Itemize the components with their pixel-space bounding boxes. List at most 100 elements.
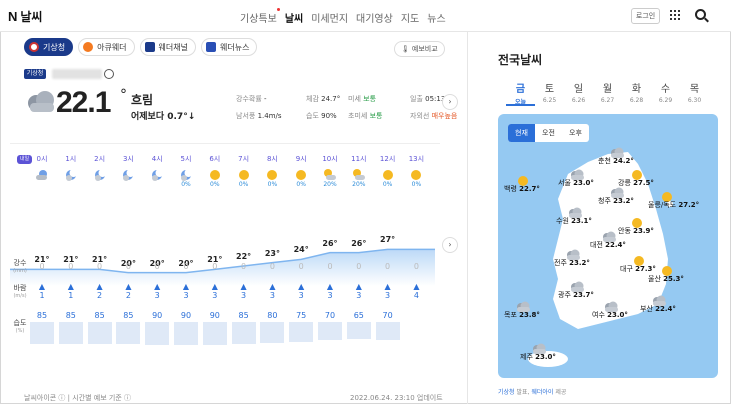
city-weather[interactable]: 전주 23.2° — [554, 258, 590, 268]
city-weather[interactable]: 청주 23.2° — [598, 196, 634, 206]
tab-weatherchannel[interactable]: 웨더채널 — [139, 38, 196, 56]
day-name: 화 — [631, 84, 642, 95]
humidity-bar — [289, 322, 314, 342]
city-temp: 23.9° — [633, 227, 654, 235]
next-arrow-button[interactable]: › — [442, 94, 458, 110]
day-tab[interactable]: 금 오늘 — [506, 80, 535, 106]
naver-logo[interactable]: N 날씨 — [8, 8, 42, 25]
hour-label: 4시 — [151, 155, 163, 163]
hourly-next-button[interactable]: › — [442, 237, 458, 253]
hour-label: 0시 — [36, 155, 48, 163]
humidity-value: 85 — [86, 311, 114, 345]
moon-icon — [143, 167, 171, 181]
day-date: 6.29 — [658, 97, 673, 104]
wind-value: 3 — [298, 291, 304, 300]
wind-speed: ▲ 3 — [230, 283, 258, 301]
hour-column: 4시 20° — [143, 154, 171, 268]
login-button[interactable]: 로그인 — [631, 8, 660, 24]
hour-column: 6시 0% 21° — [201, 154, 229, 264]
humidity-bar — [202, 322, 227, 346]
city-name: 서울 — [558, 179, 571, 187]
wind-speed: ▲ 1 — [28, 283, 56, 301]
precip-prob: 0% — [296, 181, 306, 188]
wind-arrow-icon: ▲ — [298, 282, 305, 291]
city-weather[interactable]: 울릉/독도 27.2° — [648, 200, 699, 210]
city-weather[interactable]: 여수 23.0° — [592, 310, 628, 320]
hour-column: 8시 0% 23° — [258, 154, 286, 258]
city-weather[interactable]: 제주 23.0° — [520, 352, 556, 362]
humidity-number: 85 — [65, 311, 76, 320]
apps-grid-icon[interactable] — [670, 10, 680, 20]
city-weather[interactable]: 서울 23.0° — [558, 178, 594, 188]
hour-column: 5시 0% 20° — [172, 154, 200, 268]
city-weather[interactable]: 수원 23.1° — [556, 216, 592, 226]
day-name: 일 — [573, 84, 584, 95]
city-weather[interactable]: 안동 23.9° — [618, 226, 654, 236]
city-name: 청주 — [598, 197, 611, 205]
precip-prob — [114, 181, 142, 191]
cloud-icon — [568, 166, 586, 180]
day-tab[interactable]: 월 6.27 — [593, 80, 622, 106]
humidity-number: 85 — [123, 311, 134, 320]
nav-warning[interactable]: 기상특보 — [240, 8, 280, 25]
day-name: 수 — [660, 84, 671, 95]
day-tab[interactable]: 수 6.29 — [651, 80, 680, 106]
wind-value: 3 — [356, 291, 362, 300]
stat-ultrafine: 초미세 보통 — [348, 112, 383, 120]
wni-logo-icon — [206, 42, 216, 52]
city-temp: 23.2° — [613, 197, 634, 205]
city-weather[interactable]: 울산 25.3° — [648, 274, 684, 284]
map-tab-afternoon[interactable]: 오후 — [562, 124, 589, 142]
current-condition: 흐림 — [131, 93, 154, 107]
city-weather[interactable]: 춘천 24.2° — [598, 156, 634, 166]
wind-arrow-icon: ▲ — [326, 282, 334, 291]
wind-arrow-icon: ▲ — [154, 282, 161, 291]
city-weather[interactable]: 부산 22.4° — [640, 304, 676, 314]
city-temp: 23.1° — [571, 217, 592, 225]
precip-prob: 0% — [238, 181, 249, 188]
tab-kma[interactable]: 기상청 — [24, 38, 74, 56]
map-tab-morning[interactable]: 오전 — [535, 124, 562, 142]
day-name: 월 — [602, 84, 613, 95]
city-temp: 22.4° — [605, 241, 626, 249]
sun-logo-icon — [83, 42, 94, 52]
nav-dust[interactable]: 미세먼지 — [311, 10, 348, 25]
city-name: 울산 — [648, 275, 661, 283]
city-temp: 23.7° — [573, 291, 594, 299]
city-weather[interactable]: 목포 23.8° — [504, 310, 540, 320]
wind-value: 3 — [241, 291, 247, 300]
city-weather[interactable]: 광주 23.7° — [558, 290, 594, 300]
day-tab[interactable]: 일 6.26 — [564, 80, 593, 106]
search-icon[interactable] — [695, 9, 706, 20]
city-weather[interactable]: 대구 27.3° — [620, 264, 656, 274]
nav-map[interactable]: 지도 — [401, 10, 419, 25]
nav-satellite[interactable]: 대기영상 — [356, 10, 393, 25]
sun-icon — [628, 214, 646, 228]
city-name: 대구 — [620, 265, 633, 273]
hour-label: 3시 — [122, 155, 134, 163]
tab-accuweather[interactable]: 아큐웨더 — [78, 38, 135, 56]
map-tab-now[interactable]: 현재 — [508, 124, 535, 142]
day-tab[interactable]: 화 6.28 — [622, 80, 651, 106]
locate-icon[interactable] — [104, 69, 114, 79]
nav-weather[interactable]: 날씨 — [285, 10, 303, 25]
day-tab[interactable]: 토 6.25 — [535, 80, 564, 106]
tab-weathernews[interactable]: 웨더뉴스 — [201, 38, 258, 56]
day-tab[interactable]: 목 6.30 — [680, 80, 709, 106]
city-weather[interactable]: 백령 22.7° — [504, 184, 540, 194]
hour-label: 1시 — [65, 155, 77, 163]
forecast-compare-button[interactable]: 🌡 예보비교 — [394, 41, 445, 57]
moon-icon — [172, 167, 200, 181]
sun-icon — [628, 166, 646, 180]
sun-icon — [658, 188, 676, 202]
main-nav: 기상특보 날씨 미세먼지 대기영상 지도 뉴스 — [240, 8, 446, 25]
city-weather[interactable]: 대전 22.4° — [590, 240, 626, 250]
nav-news[interactable]: 뉴스 — [427, 10, 445, 25]
day-date: 6.28 — [629, 97, 644, 104]
hour-temp: 26° — [351, 238, 367, 248]
city-name: 전주 — [554, 259, 567, 267]
day-tabs: 금 오늘 토 6.25 일 6.26 월 6.27 화 6.28 수 6.29 목 6.30 — [506, 80, 709, 106]
cloud-icon — [600, 228, 618, 242]
thermometer-icon: 🌡 — [401, 45, 410, 53]
sun-icon — [230, 167, 258, 181]
